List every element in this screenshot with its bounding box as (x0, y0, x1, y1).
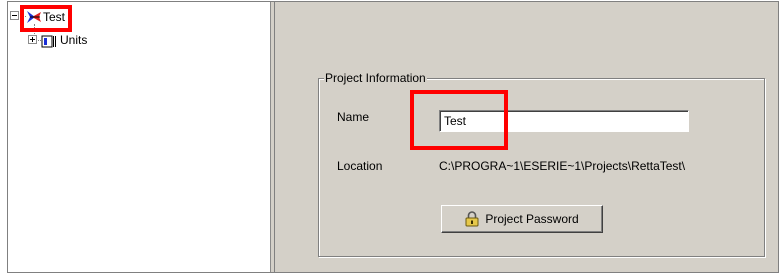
project-icon (27, 11, 41, 23)
project-properties-pane: Project Information Name Location C:\PRO… (275, 2, 778, 272)
name-label: Name (337, 110, 370, 124)
tree-node-units-label[interactable]: Units (60, 33, 87, 47)
location-value: C:\PROGRA~1\ESERIE~1\Projects\RettaTest\ (439, 159, 686, 173)
project-tree-pane[interactable]: Test Units (8, 2, 270, 272)
project-password-button[interactable]: Project Password (441, 205, 603, 233)
lock-icon (465, 211, 479, 227)
project-name-input[interactable] (439, 110, 689, 132)
location-label: Location (337, 159, 383, 173)
collapse-root-toggle[interactable] (10, 11, 19, 20)
project-password-label: Project Password (485, 212, 579, 226)
group-title: Project Information (324, 70, 427, 86)
tree-node-root-label[interactable]: Test (43, 10, 65, 24)
units-icon (41, 35, 56, 48)
application-frame: Test Units Project Information Name Loca… (7, 1, 779, 273)
expand-units-toggle[interactable] (28, 35, 37, 44)
